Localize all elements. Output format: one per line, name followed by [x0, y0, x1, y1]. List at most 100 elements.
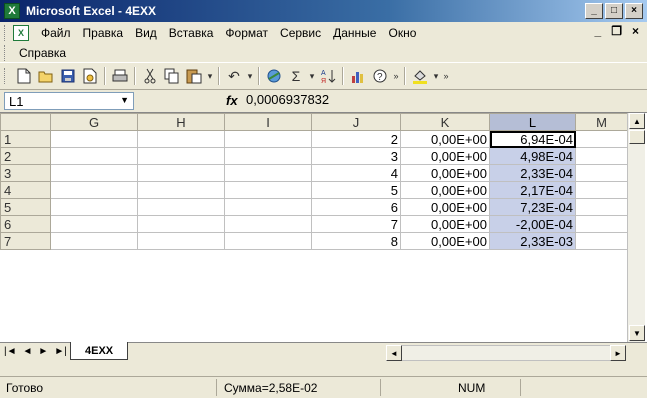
sort-ascending-icon[interactable]: AЯ	[317, 65, 339, 87]
doc-minimize-button[interactable]: _	[595, 24, 602, 38]
row-header[interactable]: 4	[0, 181, 51, 199]
print-icon[interactable]	[109, 65, 131, 87]
autosum-icon[interactable]: Σ	[285, 65, 307, 87]
doc-close-button[interactable]: ×	[632, 24, 639, 38]
save-icon[interactable]	[57, 65, 79, 87]
cell[interactable]: 6	[311, 198, 401, 216]
cell[interactable]: 0,00E+00	[400, 198, 490, 216]
cell[interactable]	[137, 232, 225, 250]
cell[interactable]	[50, 232, 138, 250]
cut-icon[interactable]	[139, 65, 161, 87]
cell[interactable]	[224, 215, 312, 233]
menu-window[interactable]: Окно	[382, 26, 422, 40]
cell[interactable]	[50, 164, 138, 182]
column-header-k[interactable]: K	[400, 113, 490, 131]
row-header[interactable]: 1	[0, 130, 51, 148]
prev-sheet-icon[interactable]: ◄	[23, 346, 33, 357]
paste-icon[interactable]	[183, 65, 205, 87]
scroll-down-icon[interactable]: ▼	[629, 325, 645, 341]
cell[interactable]	[137, 147, 225, 165]
permission-icon[interactable]	[79, 65, 101, 87]
formula-input[interactable]: 0,0006937832	[246, 92, 329, 107]
open-folder-icon[interactable]	[35, 65, 57, 87]
cell[interactable]	[50, 147, 138, 165]
cell[interactable]	[575, 215, 628, 233]
menu-insert[interactable]: Вставка	[163, 26, 220, 40]
chart-wizard-icon[interactable]	[347, 65, 369, 87]
cell[interactable]	[50, 130, 138, 148]
cell[interactable]	[137, 215, 225, 233]
cell[interactable]	[575, 130, 628, 148]
cell[interactable]	[575, 181, 628, 199]
cell[interactable]	[137, 130, 225, 148]
cell[interactable]: 2,17E-04	[489, 181, 576, 199]
hyperlink-icon[interactable]	[263, 65, 285, 87]
fill-color-dropdown-icon[interactable]: ▾	[431, 65, 441, 87]
cell[interactable]: 4	[311, 164, 401, 182]
column-header-l[interactable]: L	[489, 113, 576, 131]
autosum-dropdown-icon[interactable]: ▾	[307, 65, 317, 87]
row-header[interactable]: 3	[0, 164, 51, 182]
help-icon[interactable]: ?	[369, 65, 391, 87]
first-sheet-icon[interactable]: |◄	[4, 346, 17, 357]
menu-format[interactable]: Формат	[219, 26, 274, 40]
cell[interactable]: 0,00E+00	[400, 215, 490, 233]
excel-app-icon[interactable]: X	[4, 3, 20, 19]
column-header-h[interactable]: H	[137, 113, 225, 131]
menu-data[interactable]: Данные	[327, 26, 382, 40]
row-header[interactable]: 2	[0, 147, 51, 165]
toolbar-grip[interactable]	[4, 68, 7, 84]
cell[interactable]	[137, 198, 225, 216]
cell[interactable]: 4,98E-04	[489, 147, 576, 165]
cell[interactable]	[575, 232, 628, 250]
scroll-left-icon[interactable]: ◄	[386, 345, 402, 361]
column-header-m[interactable]: M	[575, 113, 628, 131]
cell[interactable]: 2,33E-03	[489, 232, 576, 250]
cell[interactable]: 2	[311, 130, 401, 148]
column-header-i[interactable]: I	[224, 113, 312, 131]
copy-icon[interactable]	[161, 65, 183, 87]
cell[interactable]: 0,00E+00	[400, 147, 490, 165]
menu-view[interactable]: Вид	[129, 26, 163, 40]
select-all-corner[interactable]	[0, 113, 51, 131]
cell[interactable]: -2,00E-04	[489, 215, 576, 233]
scroll-right-icon[interactable]: ►	[610, 345, 626, 361]
cell[interactable]	[224, 130, 312, 148]
menu-file[interactable]: Файл	[35, 26, 77, 40]
cell[interactable]	[224, 181, 312, 199]
cell[interactable]	[50, 198, 138, 216]
doc-restore-button[interactable]: ❐	[611, 24, 622, 38]
workbook-icon[interactable]: X	[13, 25, 29, 41]
undo-dropdown-icon[interactable]: ▾	[245, 65, 255, 87]
more-buttons-icon-2[interactable]: »	[441, 65, 451, 87]
cell[interactable]: 0,00E+00	[400, 232, 490, 250]
cell[interactable]: 0,00E+00	[400, 130, 490, 148]
horizontal-scrollbar[interactable]: ◄ ►	[386, 345, 626, 361]
insert-function-icon[interactable]: fx	[226, 93, 238, 108]
maximize-button[interactable]: □	[605, 3, 623, 19]
more-buttons-icon[interactable]: »	[391, 65, 401, 87]
column-header-g[interactable]: G	[50, 113, 138, 131]
active-cell[interactable]: 6,94E-04	[489, 130, 576, 148]
vertical-scroll-thumb[interactable]	[629, 130, 645, 144]
paste-dropdown-icon[interactable]: ▾	[205, 65, 215, 87]
cell[interactable]: 2,33E-04	[489, 164, 576, 182]
cell[interactable]	[575, 147, 628, 165]
last-sheet-icon[interactable]: ►|	[54, 346, 67, 357]
menu-tools[interactable]: Сервис	[274, 26, 327, 40]
cell[interactable]: 7	[311, 215, 401, 233]
chevron-down-icon[interactable]: ▼	[120, 95, 129, 105]
cell[interactable]: 7,23E-04	[489, 198, 576, 216]
menu-edit[interactable]: Правка	[77, 26, 130, 40]
minimize-button[interactable]: _	[585, 3, 603, 19]
fill-color-icon[interactable]	[409, 65, 431, 87]
cell[interactable]	[575, 164, 628, 182]
menu-help[interactable]: Справка	[13, 46, 72, 60]
name-box[interactable]: L1 ▼	[4, 92, 134, 110]
row-header[interactable]: 7	[0, 232, 51, 250]
cell[interactable]	[137, 164, 225, 182]
sheet-tab-4exx[interactable]: 4EXX	[70, 342, 129, 360]
cell[interactable]	[224, 232, 312, 250]
cell[interactable]	[575, 198, 628, 216]
cell[interactable]: 3	[311, 147, 401, 165]
